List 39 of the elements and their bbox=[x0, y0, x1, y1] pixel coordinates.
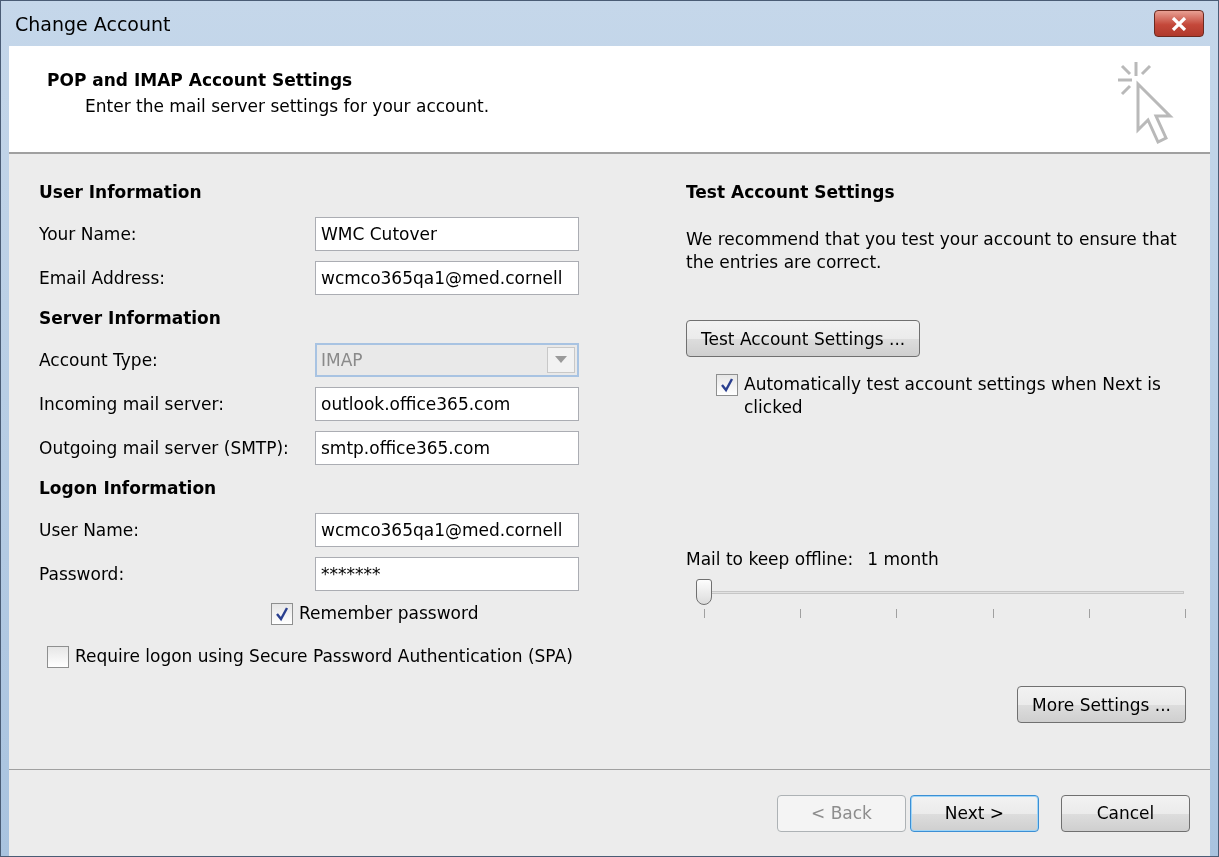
checkbox-label: Require logon using Secure Password Authentication (SPA) bbox=[75, 645, 573, 668]
section-heading: Server Information bbox=[39, 308, 222, 330]
close-icon bbox=[1171, 16, 1187, 31]
section-heading: Logon Information bbox=[39, 478, 218, 500]
password-field[interactable]: ******* bbox=[315, 557, 579, 591]
checkbox[interactable] bbox=[47, 646, 69, 668]
text-field[interactable]: wcmco365qa1@med.cornell bbox=[315, 513, 579, 547]
field-label: Password: bbox=[39, 564, 126, 584]
checkmark-icon bbox=[274, 606, 290, 622]
test-account-settings-button[interactable]: Test Account Settings ... bbox=[686, 320, 921, 357]
more-settings-button[interactable]: More Settings ... bbox=[1017, 686, 1186, 723]
dialog-button[interactable]: Cancel bbox=[1061, 794, 1190, 832]
checkbox-label: Automatically test account settings when Next is clicked bbox=[744, 373, 1162, 419]
header-subtitle: Enter the mail server settings for your account. bbox=[85, 96, 490, 116]
dialog-button[interactable]: Next > bbox=[910, 794, 1039, 832]
text-field[interactable]: outlook.office365.com bbox=[315, 387, 579, 421]
close-button[interactable] bbox=[1154, 10, 1204, 37]
field-label: Email Address: bbox=[39, 268, 166, 288]
field-label: User Name: bbox=[39, 520, 141, 540]
offline-value: 1 month bbox=[867, 549, 939, 569]
field-label: Outgoing mail server (SMTP): bbox=[39, 438, 290, 458]
field-label: Incoming mail server: bbox=[39, 394, 225, 414]
text-field[interactable]: WMC Cutover bbox=[315, 217, 579, 251]
field-label: Your Name: bbox=[39, 224, 138, 244]
text-field[interactable]: wcmco365qa1@med.cornell bbox=[315, 261, 579, 295]
checkbox-label: Remember password bbox=[299, 602, 479, 625]
checkbox[interactable] bbox=[271, 603, 293, 625]
window-title: Change Account bbox=[15, 12, 171, 35]
offline-label: Mail to keep offline: bbox=[686, 549, 854, 569]
section-heading: Test Account Settings bbox=[686, 182, 896, 204]
description-text: We recommend that you test your account to ensure that the entries are correct. bbox=[686, 228, 1178, 274]
section-heading: User Information bbox=[39, 182, 203, 204]
dropdown-arrow-icon bbox=[555, 356, 567, 364]
text-field[interactable]: smtp.office365.com bbox=[315, 431, 579, 465]
checkmark-icon bbox=[719, 377, 735, 393]
slider-thumb[interactable] bbox=[696, 579, 712, 605]
field-label: Account Type: bbox=[39, 350, 159, 370]
checkbox[interactable] bbox=[716, 374, 738, 396]
header-title: POP and IMAP Account Settings bbox=[47, 70, 354, 90]
